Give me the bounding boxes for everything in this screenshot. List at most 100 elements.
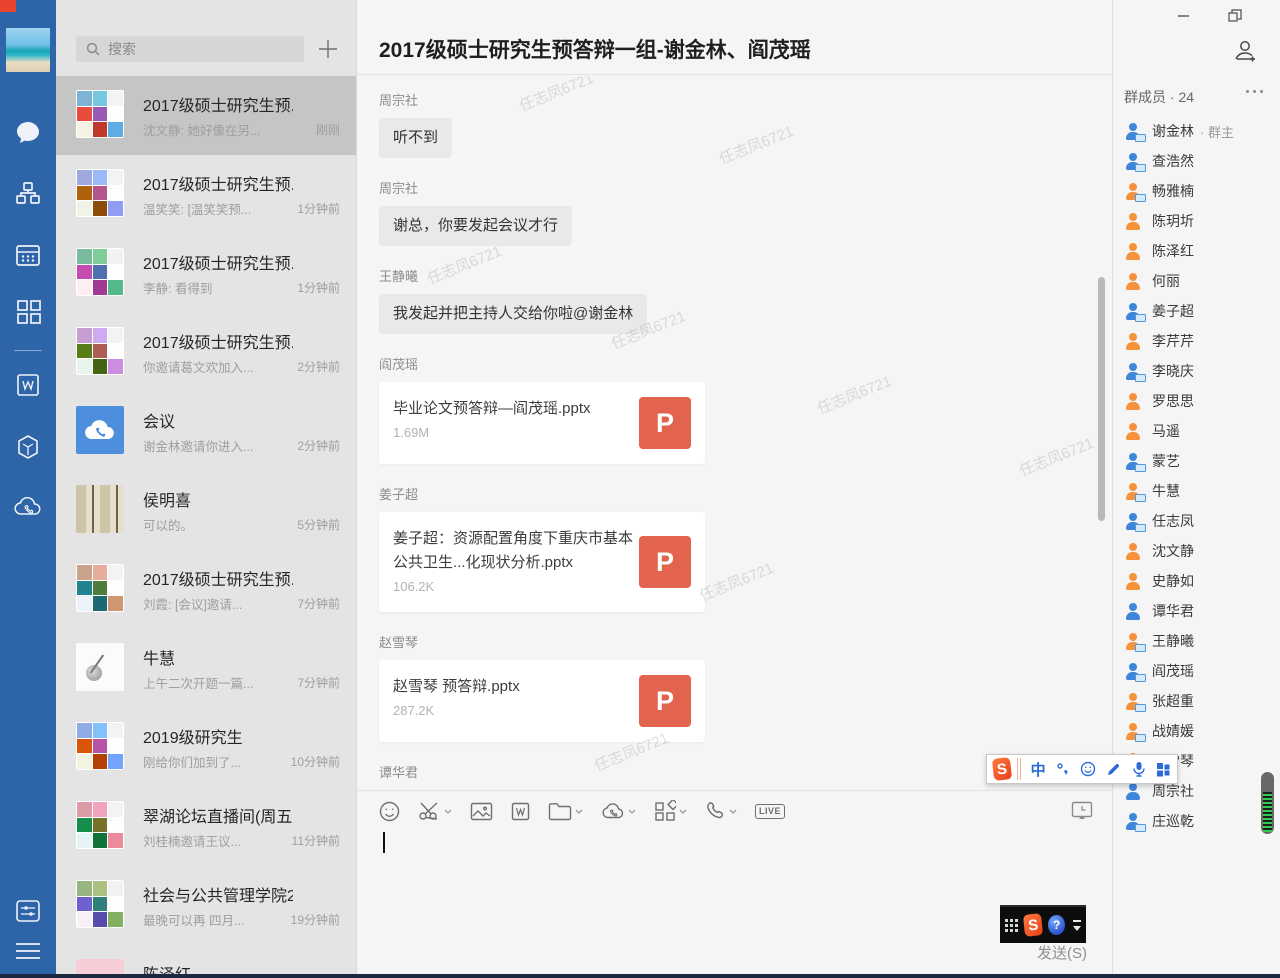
user-avatar[interactable]	[6, 28, 50, 72]
nav-workspace-icon[interactable]	[0, 294, 56, 328]
send-button[interactable]: 发送(S)	[1037, 942, 1087, 963]
search-input[interactable]: 搜索	[76, 36, 304, 62]
emoji-button[interactable]	[379, 801, 400, 822]
chat-list-item[interactable]: 社会与公共管理学院2... 最晚可以再 四月... 19分钟前	[56, 866, 356, 945]
member-row[interactable]: 王静曦	[1124, 631, 1274, 651]
ime-collapse-controls[interactable]	[1073, 920, 1081, 931]
add-chat-button[interactable]	[314, 36, 342, 62]
nav-calendar-icon[interactable]	[0, 238, 56, 272]
ime-toolbar[interactable]: S 中	[986, 754, 1178, 784]
meeting-button[interactable]	[601, 801, 636, 821]
nav-workbench-icon[interactable]	[0, 430, 56, 464]
ime-voice-icon[interactable]	[1131, 761, 1146, 777]
chat-list-item[interactable]: 2017级硕士研究生预... 你邀请葛文欢加入... 2分钟前	[56, 313, 356, 392]
member-row[interactable]: 畅雅楠	[1124, 181, 1274, 201]
member-status-icon	[1124, 153, 1142, 169]
message-sender: 赵雪琴	[379, 634, 1113, 652]
ime-punctuation-icon[interactable]	[1056, 762, 1071, 776]
nav-menu-icon[interactable]	[0, 934, 56, 968]
ime-chinese-mode-icon[interactable]: 中	[1031, 759, 1046, 780]
apps-button[interactable]	[654, 800, 687, 822]
chat-avatar	[76, 801, 124, 849]
live-button[interactable]: LIVE	[755, 804, 785, 819]
nav-sidebar	[0, 0, 56, 978]
ime-emoji-icon[interactable]	[1080, 761, 1096, 777]
ime-handwriting-icon[interactable]	[1106, 762, 1121, 777]
chat-list-item[interactable]: 2017级硕士研究生预... 温笑笑: [温笑笑预... 1分钟前	[56, 155, 356, 234]
member-row[interactable]: 李芹芹	[1124, 331, 1274, 351]
ime-toolbox-icon[interactable]	[1156, 762, 1171, 777]
member-row[interactable]: 蒙艺	[1124, 451, 1274, 471]
search-placeholder: 搜索	[108, 39, 136, 59]
chat-title: 翠湖论坛直播间(周五...	[143, 803, 293, 827]
member-row[interactable]: 谢金林 · 群主	[1124, 121, 1274, 141]
message-input[interactable]	[379, 825, 1079, 935]
add-member-button[interactable]	[1232, 38, 1258, 69]
chat-history-icon[interactable]	[1071, 801, 1093, 826]
member-row[interactable]: 史静如	[1124, 571, 1274, 591]
close-button[interactable]	[1272, 4, 1280, 26]
file-attachment[interactable]: 赵雪琴 预答辩.pptx 287.2K P	[379, 660, 705, 742]
member-row[interactable]: 牛慧	[1124, 481, 1274, 501]
minimize-button[interactable]	[1168, 4, 1198, 26]
help-icon[interactable]: ?	[1048, 915, 1065, 935]
keyboard-icon[interactable]	[1005, 919, 1018, 932]
member-row[interactable]: 沈文静	[1124, 541, 1274, 561]
member-row[interactable]: 庄巡乾	[1124, 811, 1274, 831]
member-row[interactable]: 战婧媛	[1124, 721, 1274, 741]
chat-list-item[interactable]: 2017级硕士研究生预... 沈文静: 她好像在另... 刚刚	[56, 76, 356, 155]
member-status-icon	[1124, 543, 1142, 559]
sogou-logo-icon[interactable]: S	[1023, 913, 1044, 937]
member-row[interactable]: 查浩然	[1124, 151, 1274, 171]
folder-button[interactable]	[548, 802, 583, 821]
more-options-icon[interactable]	[1246, 90, 1266, 98]
sogou-logo-icon: S	[992, 757, 1012, 781]
member-row[interactable]: 李晓庆	[1124, 361, 1274, 381]
member-row[interactable]: 姜子超	[1124, 301, 1274, 321]
chat-list-item[interactable]: 2019级研究生 刚给你们加到了... 10分钟前	[56, 708, 356, 787]
member-status-icon	[1124, 483, 1142, 499]
image-button[interactable]	[470, 802, 493, 821]
nav-cloud-call-icon[interactable]	[0, 490, 56, 524]
member-row[interactable]: 陈玥圻	[1124, 211, 1274, 231]
message: 赵雪琴 赵雪琴 预答辩.pptx 287.2K P	[379, 634, 1113, 742]
chat-list-item[interactable]: 会议 谢金林邀请你进入... 2分钟前	[56, 392, 356, 471]
phone-icon	[705, 801, 726, 822]
member-row[interactable]: 陈泽红	[1124, 241, 1274, 261]
member-row[interactable]: 阎茂瑶	[1124, 661, 1274, 681]
member-row[interactable]: 任志凤	[1124, 511, 1274, 531]
chat-list-item[interactable]: 牛慧 上午二次开题一篇... 7分钟前	[56, 629, 356, 708]
member-row[interactable]: 张超重	[1124, 691, 1274, 711]
chat-list-item[interactable]: 2017级硕士研究生预... 刘霞: [会议]邀请... 7分钟前	[56, 550, 356, 629]
member-row[interactable]: 马遥	[1124, 421, 1274, 441]
file-attachment[interactable]: 姜子超：资源配置角度下重庆市基本公共卫生...化现状分析.pptx 106.2K…	[379, 512, 705, 612]
chat-title: 2017级硕士研究生预...	[143, 329, 293, 353]
member-row[interactable]: 罗思思	[1124, 391, 1274, 411]
member-row[interactable]: 谭华君	[1124, 601, 1274, 621]
message-scrollbar[interactable]	[1098, 277, 1105, 521]
chat-list-item[interactable]: 2017级硕士研究生预... 李静: 看得到 1分钟前	[56, 234, 356, 313]
member-row[interactable]: 何丽	[1124, 271, 1274, 291]
search-icon	[86, 42, 100, 56]
chat-subtitle: 刘桂楠邀请王议...	[143, 831, 288, 850]
nav-chats-icon[interactable]	[0, 116, 56, 150]
nav-settings-icon[interactable]	[0, 894, 56, 928]
member-status-icon	[1124, 603, 1142, 619]
member-status-icon	[1124, 633, 1142, 649]
member-status-icon	[1124, 363, 1142, 379]
nav-docs-icon[interactable]	[0, 368, 56, 402]
page-title: 2017级硕士研究生预答辩一组-谢金林、阎茂瑶	[379, 34, 811, 64]
file-attachment[interactable]: 毕业论文预答辩—阎茂瑶.pptx 1.69M P	[379, 382, 705, 464]
screenshot-button[interactable]	[418, 801, 452, 821]
doc-button[interactable]	[511, 802, 530, 821]
apps-grid-icon	[654, 800, 676, 822]
ime-status-bar[interactable]: S ?	[1000, 905, 1086, 943]
call-button[interactable]	[705, 801, 737, 822]
chat-list-item[interactable]: 翠湖论坛直播间(周五... 刘桂楠邀请王议... 11分钟前	[56, 787, 356, 866]
nav-contacts-icon[interactable]	[0, 176, 56, 210]
ppt-file-icon: P	[639, 675, 691, 727]
chat-list-item[interactable]: 侯明喜 可以的。 5分钟前	[56, 471, 356, 550]
member-row[interactable]: 周宗社	[1124, 781, 1274, 801]
restore-button[interactable]	[1220, 4, 1250, 26]
message: 周宗社 谢总，你要发起会议才行	[379, 180, 1113, 246]
